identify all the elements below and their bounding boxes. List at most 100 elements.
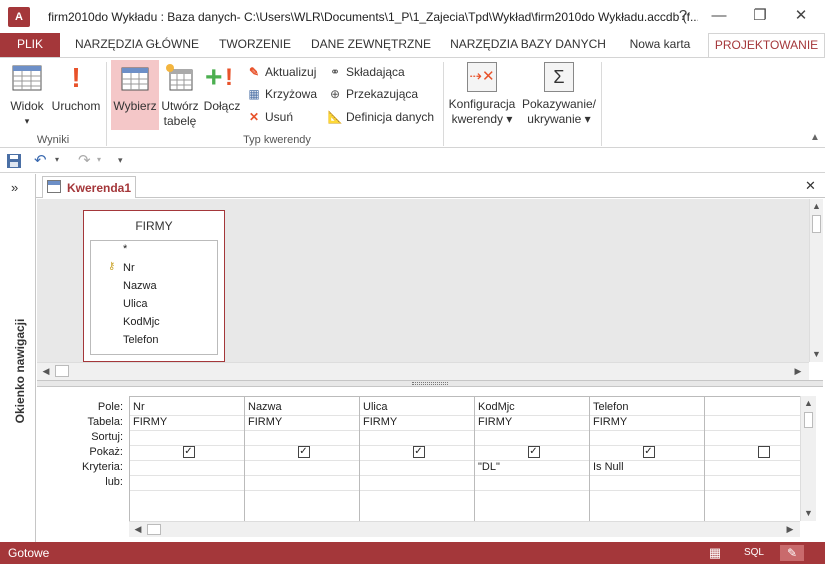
grid-cell-field[interactable]: Telefon <box>590 400 704 415</box>
tab-tworzenie[interactable]: TWORZENIE <box>212 33 298 57</box>
close-button[interactable]: ✕ <box>786 4 816 28</box>
tab-nowa-karta[interactable]: Nowa karta <box>622 33 698 57</box>
field-nazwa[interactable]: Nazwa <box>123 280 157 292</box>
grid-column[interactable] <box>705 397 800 521</box>
scroll-down-icon[interactable]: ▼ <box>801 506 816 520</box>
grid-cell-or[interactable] <box>360 475 474 490</box>
grid-cell-sort[interactable] <box>130 430 244 445</box>
tab-dane-zewnetrzne[interactable]: DANE ZEWNĘTRZNE <box>308 33 434 57</box>
grid-cell-field[interactable] <box>705 400 800 415</box>
customize-qat-icon[interactable]: ▾ <box>118 155 123 166</box>
tab-projektowanie[interactable]: PROJEKTOWANIE <box>708 33 825 57</box>
field-nr[interactable]: Nr <box>123 262 135 274</box>
scroll-thumb[interactable] <box>812 215 821 233</box>
grid-column[interactable]: Ulica FIRMY ✓ <box>360 397 475 521</box>
pass-through-query-button[interactable]: ⊕ Przekazująca <box>327 84 418 104</box>
scroll-thumb[interactable] <box>55 365 69 377</box>
grid-cell-sort[interactable] <box>245 430 359 445</box>
grid-cell-or[interactable] <box>705 475 800 490</box>
data-definition-query-button[interactable]: 📐 Definicja danych <box>327 107 435 127</box>
scroll-left-icon[interactable]: ◀ <box>39 364 53 378</box>
upper-vertical-scrollbar[interactable]: ▲ ▼ <box>809 199 823 362</box>
grid-cell-or[interactable] <box>475 475 589 490</box>
grid-cell-field[interactable]: KodMjc <box>475 400 589 415</box>
show-hide-button[interactable]: Σ Pokazywanie/ ukrywanie ▾ <box>520 60 598 130</box>
minimize-button[interactable]: — <box>704 4 734 28</box>
query-setup-button[interactable]: ⇢✕ Konfiguracja kwerendy ▾ <box>446 60 518 130</box>
grid-cell-table[interactable]: FIRMY <box>590 415 704 430</box>
grid-column[interactable]: KodMjc FIRMY ✓ "DL" <box>475 397 590 521</box>
grid-cell-table[interactable]: FIRMY <box>130 415 244 430</box>
grid-horizontal-scrollbar[interactable]: ◀ ▶ <box>129 521 800 537</box>
pane-splitter[interactable] <box>37 380 823 387</box>
grid-cell-sort[interactable] <box>360 430 474 445</box>
tab-narzedzia-glowne[interactable]: NARZĘDZIA GŁÓWNE <box>72 33 202 57</box>
grid-cell-criteria[interactable] <box>130 460 244 475</box>
append-button[interactable]: + ! Dołącz <box>201 60 243 130</box>
scroll-right-icon[interactable]: ▶ <box>791 364 805 378</box>
access-app-icon[interactable]: A <box>8 7 30 27</box>
expand-nav-pane-icon[interactable]: » <box>11 180 18 195</box>
grid-cell-table[interactable] <box>705 415 800 430</box>
scroll-left-icon[interactable]: ◀ <box>131 522 145 536</box>
show-checkbox[interactable]: ✓ <box>642 446 655 458</box>
grid-cell-table[interactable]: FIRMY <box>475 415 589 430</box>
doc-tab-kwerenda1[interactable]: Kwerenda1 <box>42 176 136 198</box>
view-button[interactable]: Widok ▾ <box>4 60 50 130</box>
grid-cell-or[interactable] <box>590 475 704 490</box>
scroll-up-icon[interactable]: ▲ <box>810 199 823 213</box>
show-checkbox[interactable]: ✓ <box>182 446 195 458</box>
grid-cell-field[interactable]: Ulica <box>360 400 474 415</box>
show-checkbox[interactable]: ✓ <box>412 446 425 458</box>
field-all[interactable]: * <box>123 243 127 255</box>
grid-vertical-scrollbar[interactable]: ▲ ▼ <box>800 396 816 521</box>
grid-cell-field[interactable]: Nazwa <box>245 400 359 415</box>
delete-query-button[interactable]: ✕ Usuń <box>246 107 293 127</box>
field-ulica[interactable]: Ulica <box>123 298 147 310</box>
grid-cell-table[interactable]: FIRMY <box>360 415 474 430</box>
grid-cell-sort[interactable] <box>705 430 800 445</box>
sql-view-button[interactable]: SQL <box>742 545 766 561</box>
scroll-down-icon[interactable]: ▼ <box>810 347 823 361</box>
collapse-ribbon-icon[interactable]: ▲ <box>810 132 820 143</box>
update-query-button[interactable]: ✎ Aktualizuj <box>246 62 316 82</box>
grid-cell-field[interactable]: Nr <box>130 400 244 415</box>
crosstab-query-button[interactable]: ▦ Krzyżowa <box>246 84 317 104</box>
grid-cell-or[interactable] <box>245 475 359 490</box>
design-view-icon[interactable]: ✎ <box>780 545 804 561</box>
help-button[interactable]: ? <box>668 4 698 28</box>
make-table-button[interactable]: Utwórz tabelę <box>159 60 201 130</box>
grid-cell-criteria[interactable] <box>705 460 800 475</box>
show-checkbox[interactable]: ✓ <box>527 446 540 458</box>
grid-cell-criteria[interactable]: "DL" <box>475 460 589 475</box>
select-query-button[interactable]: Wybierz <box>111 60 159 130</box>
grid-cell-sort[interactable] <box>475 430 589 445</box>
union-query-button[interactable]: ⚭ Składająca <box>327 62 405 82</box>
grid-column[interactable]: Nr FIRMY ✓ <box>130 397 245 521</box>
close-document-icon[interactable]: ✕ <box>805 178 816 194</box>
scroll-thumb[interactable] <box>147 524 161 535</box>
navigation-pane[interactable]: » Okienko nawigacji <box>0 174 36 542</box>
save-icon[interactable] <box>6 153 22 169</box>
undo-dropdown-icon[interactable]: ▾ <box>55 155 59 164</box>
upper-horizontal-scrollbar[interactable]: ◀ ▶ <box>37 362 809 380</box>
grid-cell-or[interactable] <box>130 475 244 490</box>
grid-column[interactable]: Telefon FIRMY ✓ Is Null <box>590 397 705 521</box>
grid-cell-criteria[interactable] <box>245 460 359 475</box>
tab-narzedzia-bazy-danych[interactable]: NARZĘDZIA BAZY DANYCH <box>444 33 612 57</box>
restore-button[interactable]: ❐ <box>745 4 775 28</box>
show-checkbox[interactable]: ✓ <box>297 446 310 458</box>
undo-icon[interactable]: ↶ <box>34 151 47 169</box>
grid-cell-criteria[interactable] <box>360 460 474 475</box>
field-telefon[interactable]: Telefon <box>123 334 158 346</box>
show-checkbox[interactable] <box>758 446 770 458</box>
grid-cell-sort[interactable] <box>590 430 704 445</box>
field-kodmjc[interactable]: KodMjc <box>123 316 160 328</box>
scroll-thumb[interactable] <box>804 412 813 428</box>
tab-plik[interactable]: PLIK <box>0 33 60 57</box>
grid-column[interactable]: Nazwa FIRMY ✓ <box>245 397 360 521</box>
datasheet-view-icon[interactable]: ▦ <box>704 545 726 561</box>
grid-cell-table[interactable]: FIRMY <box>245 415 359 430</box>
run-button[interactable]: ! Uruchom <box>50 60 102 130</box>
grid-cell-criteria[interactable]: Is Null <box>590 460 704 475</box>
